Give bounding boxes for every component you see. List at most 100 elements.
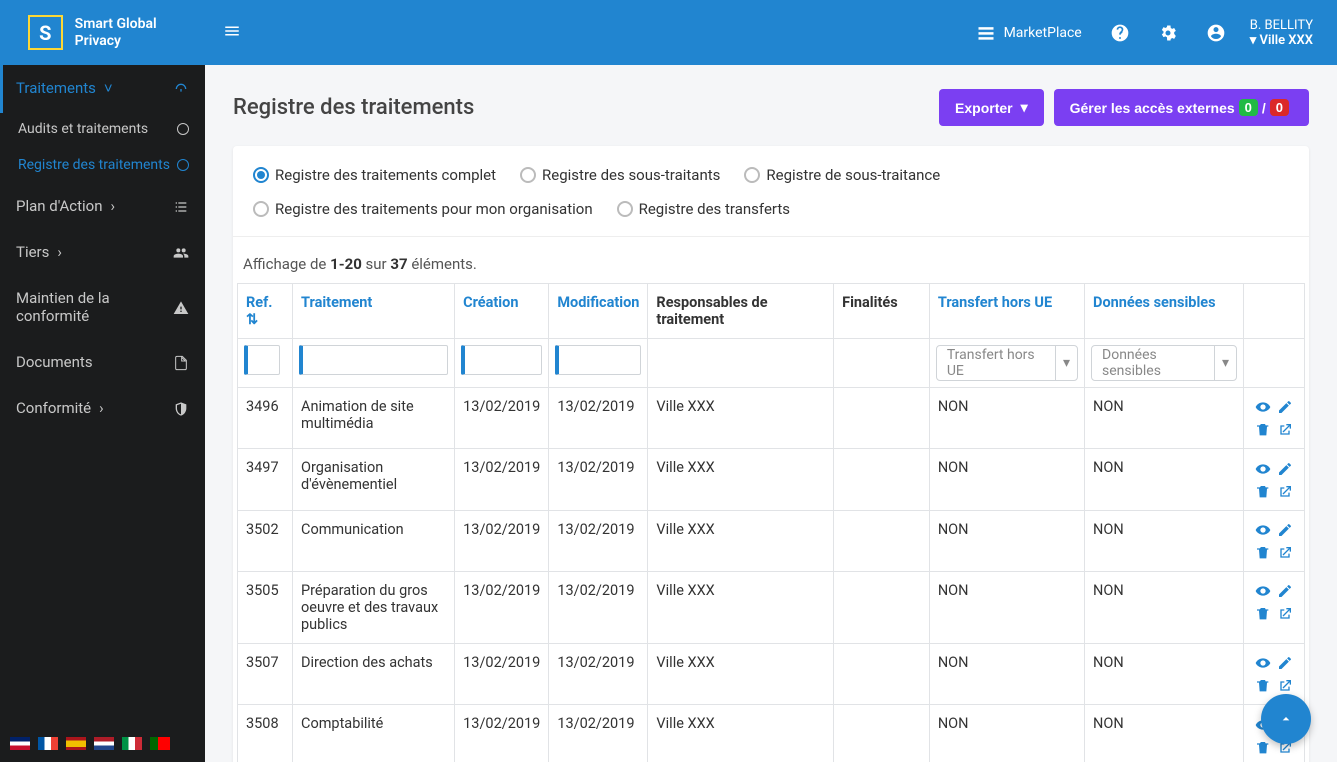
export-button[interactable]: Exporter▾ — [939, 89, 1044, 126]
radio-option-4[interactable]: Registre des transferts — [617, 200, 790, 218]
delete-icon[interactable] — [1255, 421, 1271, 438]
cell-finalites — [834, 449, 930, 510]
cell-modification: 13/02/2019 — [549, 449, 648, 510]
col-transfert[interactable]: Transfert hors UE — [929, 284, 1084, 339]
logo-text: Smart Global Privacy — [75, 16, 205, 50]
filter-transfert-select[interactable]: Transfert hors UE ▾ — [936, 345, 1078, 381]
filter-ref-input[interactable] — [244, 345, 280, 375]
cell-modification: 13/02/2019 — [549, 644, 648, 705]
registry-filter-radios: Registre des traitements complet Registre… — [233, 166, 1309, 237]
sort-icon: ⇅ — [246, 311, 258, 328]
view-icon[interactable] — [1255, 521, 1271, 538]
edit-icon[interactable] — [1277, 398, 1293, 415]
radio-dot-icon — [617, 201, 633, 217]
delete-icon[interactable] — [1255, 739, 1271, 756]
cell-transfert: NON — [929, 510, 1084, 571]
export-icon[interactable] — [1277, 677, 1293, 694]
filter-responsables-cell — [648, 339, 834, 388]
flag-nl[interactable] — [94, 737, 114, 750]
account-button[interactable] — [1192, 23, 1240, 43]
cell-traitement: Comptabilité — [293, 705, 455, 762]
radio-option-2[interactable]: Registre de sous-traitance — [744, 166, 940, 184]
view-icon[interactable] — [1255, 398, 1271, 415]
user-name: B. BELLITY — [1250, 18, 1313, 33]
delete-icon[interactable] — [1255, 483, 1271, 500]
marketplace-link[interactable]: MarketPlace — [962, 23, 1096, 43]
col-creation[interactable]: Création — [455, 284, 549, 339]
scroll-top-button[interactable] — [1261, 694, 1311, 744]
filter-donnees-select[interactable]: Données sensibles ▾ — [1091, 345, 1237, 381]
sidebar-group-6[interactable]: Documents — [0, 339, 205, 385]
view-icon[interactable] — [1255, 654, 1271, 671]
radio-option-3[interactable]: Registre des traitements pour mon organi… — [253, 200, 593, 218]
sidebar-sub-2[interactable]: Registre des traitements — [0, 147, 205, 183]
delete-icon[interactable] — [1255, 605, 1271, 622]
file-icon — [173, 353, 189, 371]
table-row: 3496Animation de site multimédia13/02/20… — [238, 388, 1305, 449]
cell-modification: 13/02/2019 — [549, 705, 648, 762]
cell-donnees: NON — [1085, 572, 1244, 644]
content-card: Registre des traitements complet Registre… — [233, 146, 1309, 762]
cell-finalites — [834, 705, 930, 762]
edit-icon[interactable] — [1277, 582, 1293, 599]
view-icon[interactable] — [1255, 582, 1271, 599]
cell-responsables: Ville XXX — [648, 572, 834, 644]
user-org: ▾ Ville XXX — [1250, 33, 1313, 48]
cell-modification: 13/02/2019 — [549, 510, 648, 571]
radio-dot-icon — [520, 167, 536, 183]
export-icon[interactable] — [1277, 605, 1293, 622]
sidebar-sub-1[interactable]: Audits et traitements — [0, 111, 205, 147]
settings-button[interactable] — [1144, 23, 1192, 43]
flag-it[interactable] — [122, 737, 142, 750]
user-menu[interactable]: B. BELLITY ▾ Ville XXX — [1240, 18, 1337, 48]
cell-transfert: NON — [929, 705, 1084, 762]
page-header: Registre des traitements Exporter▾ Gérer… — [233, 89, 1309, 126]
edit-icon[interactable] — [1277, 459, 1293, 476]
flag-es[interactable] — [66, 737, 86, 750]
flag-uk[interactable] — [10, 737, 30, 750]
sidebar-group-7[interactable]: Conformité› — [0, 385, 205, 431]
gauge-icon — [173, 79, 189, 97]
manage-access-button[interactable]: Gérer les accès externes 0 / 0 — [1054, 89, 1309, 126]
sidebar-group-3[interactable]: Plan d'Action› — [0, 183, 205, 229]
delete-icon[interactable] — [1255, 677, 1271, 694]
cell-transfert: NON — [929, 449, 1084, 510]
filter-finalites-cell — [834, 339, 930, 388]
chevron-icon: › — [57, 243, 62, 261]
col-ref[interactable]: Ref. ⇅ — [238, 284, 293, 339]
sidebar-group-4[interactable]: Tiers › — [0, 229, 205, 275]
export-icon[interactable] — [1277, 544, 1293, 561]
help-button[interactable] — [1096, 23, 1144, 43]
delete-icon[interactable] — [1255, 544, 1271, 561]
flag-pt[interactable] — [150, 737, 170, 750]
export-icon[interactable] — [1277, 421, 1293, 438]
flag-fr[interactable] — [38, 737, 58, 750]
radio-label: Registre des sous-traitants — [542, 166, 720, 184]
caret-down-icon: ▾ — [1021, 99, 1028, 116]
edit-icon[interactable] — [1277, 654, 1293, 671]
caret-up-icon — [1278, 711, 1294, 727]
menu-toggle[interactable] — [205, 22, 259, 44]
radio-option-1[interactable]: Registre des sous-traitants — [520, 166, 720, 184]
logo-icon: S — [28, 15, 63, 50]
edit-icon[interactable] — [1277, 521, 1293, 538]
cell-actions — [1243, 388, 1304, 449]
filter-creation-input[interactable] — [461, 345, 542, 375]
col-traitement[interactable]: Traitement — [293, 284, 455, 339]
filter-traitement-input[interactable] — [299, 345, 448, 375]
table-row: 3502Communication13/02/201913/02/2019Vil… — [238, 510, 1305, 571]
cell-modification: 13/02/2019 — [549, 388, 648, 449]
view-icon[interactable] — [1255, 459, 1271, 476]
shield-icon — [173, 399, 189, 417]
radio-option-0[interactable]: Registre des traitements complet — [253, 166, 496, 184]
caret-down-icon: ▾ — [1214, 346, 1236, 380]
sidebar-group-5[interactable]: Maintien de la conformité — [0, 275, 205, 339]
col-donnees[interactable]: Données sensibles — [1085, 284, 1244, 339]
logo[interactable]: S Smart Global Privacy — [0, 15, 205, 50]
col-modification[interactable]: Modification — [549, 284, 648, 339]
export-icon[interactable] — [1277, 483, 1293, 500]
sidebar-group-label: Tiers — [16, 243, 49, 261]
sidebar-group-0[interactable]: Traitements˅ — [0, 65, 205, 111]
cell-donnees: NON — [1085, 510, 1244, 571]
filter-modification-input[interactable] — [555, 345, 641, 375]
